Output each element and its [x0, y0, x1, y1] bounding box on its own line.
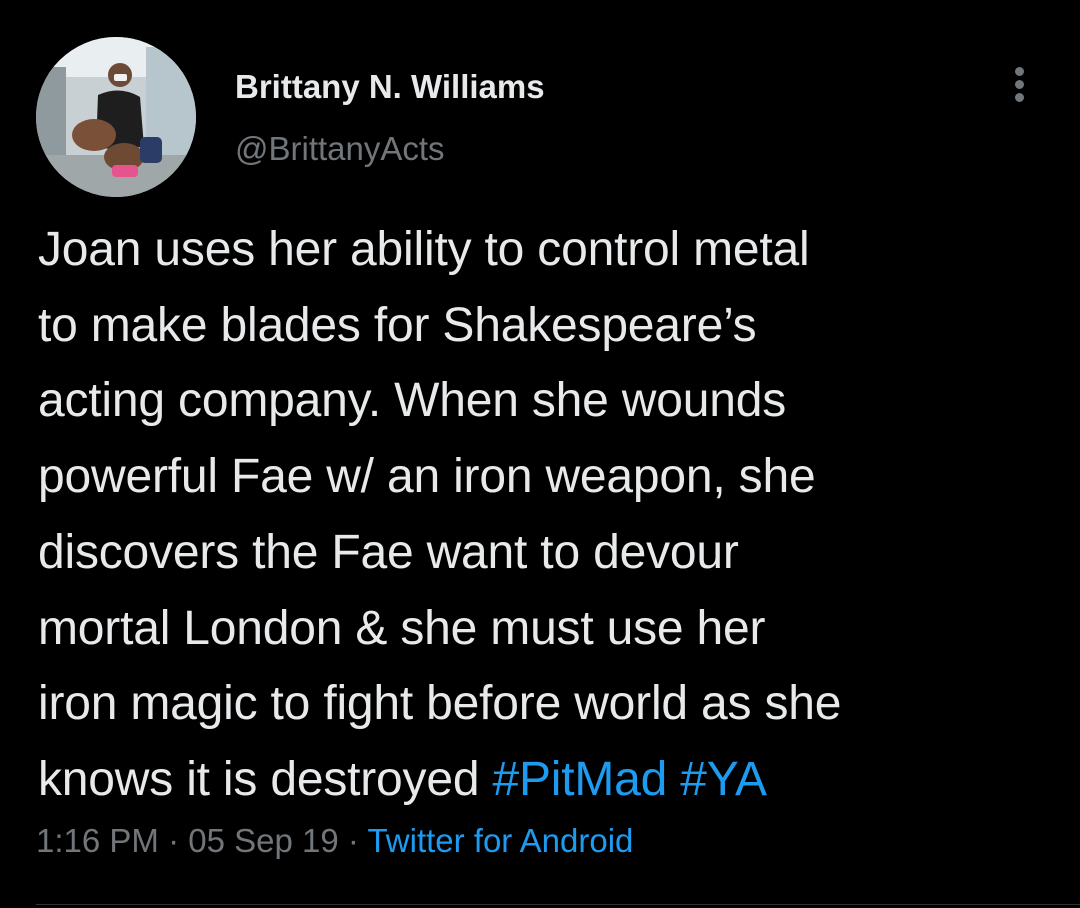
tweet-text-last-line: knows it is destroyed #PitMad #YA — [38, 742, 1063, 818]
tweet-text-line: acting company. When she wounds — [38, 374, 786, 428]
tweet-text-line: discovers the Fae want to devour — [38, 525, 739, 579]
avatar-photo — [36, 37, 196, 197]
tweet-text-line: iron magic to fight before world as she — [38, 677, 842, 731]
tweet-text: Joan uses her ability to control metal t… — [38, 212, 1063, 818]
author-name[interactable]: Brittany N. Williams — [235, 68, 545, 106]
tweet-source[interactable]: Twitter for Android — [367, 822, 633, 859]
tweet-text-line: powerful Fae w/ an iron weapon, she — [38, 450, 816, 504]
hashtag-ya[interactable]: #YA — [680, 753, 767, 806]
tweet-time[interactable]: 1:16 PM — [36, 822, 159, 859]
author-handle[interactable]: @BrittanyActs — [235, 130, 445, 168]
tweet-date[interactable]: 05 Sep 19 — [188, 822, 338, 859]
tweet-text-line: mortal London & she must use her — [38, 601, 766, 655]
meta-separator: · — [158, 822, 189, 859]
avatar[interactable] — [36, 37, 196, 197]
divider — [36, 904, 1080, 905]
more-options-button[interactable] — [996, 60, 1044, 108]
tweet-meta: 1:16 PM · 05 Sep 19 · Twitter for Androi… — [36, 822, 633, 860]
tweet-text-line: to make blades for Shakespeare’s — [38, 298, 757, 352]
tweet: Brittany N. Williams @BrittanyActs Joan … — [0, 0, 1080, 908]
tweet-text-line: knows it is destroyed — [38, 752, 493, 806]
hashtag-pitmad[interactable]: #PitMad — [492, 753, 667, 806]
tweet-text-line: Joan uses her ability to control metal — [38, 223, 810, 276]
meta-separator: · — [338, 822, 368, 859]
